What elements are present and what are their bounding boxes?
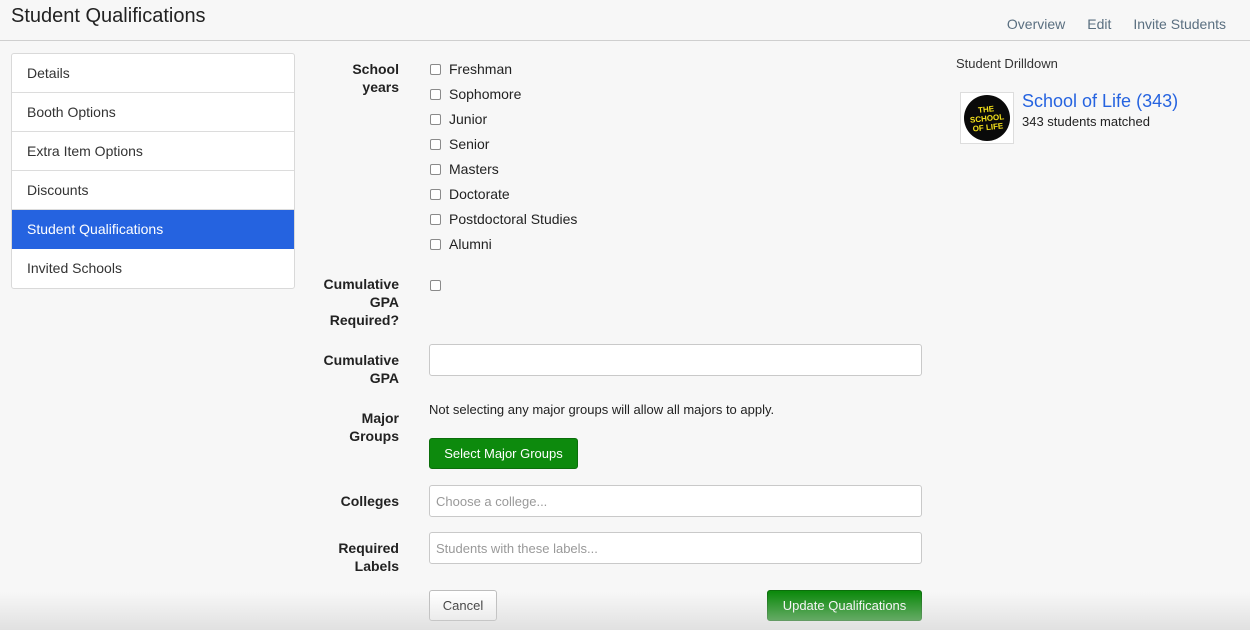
- gpa-label-text: Cumulative GPA: [323, 352, 399, 386]
- update-qualifications-button[interactable]: Update Qualifications: [767, 590, 922, 621]
- year-masters-row[interactable]: Masters: [430, 160, 499, 178]
- select-major-groups-button[interactable]: Select Major Groups: [429, 438, 578, 469]
- year-doctorate-checkbox[interactable]: [430, 188, 441, 200]
- sidebar-item-extra-item-options[interactable]: Extra Item Options: [12, 132, 294, 171]
- year-senior-checkbox[interactable]: [430, 138, 441, 150]
- gpa-input[interactable]: [429, 344, 922, 376]
- year-sophomore-label: Sophomore: [449, 86, 522, 102]
- year-junior-row[interactable]: Junior: [430, 110, 487, 128]
- year-freshman-checkbox[interactable]: [430, 63, 441, 75]
- year-junior-label: Junior: [449, 111, 488, 127]
- sidebar-item-discounts[interactable]: Discounts: [12, 171, 294, 210]
- sidebar-item-invited-schools[interactable]: Invited Schools: [12, 249, 294, 288]
- year-postdoctoral-row[interactable]: Postdoctoral Studies: [430, 210, 577, 228]
- bottom-shadow: [0, 592, 1250, 630]
- students-matched-text: 343 students matched: [1022, 114, 1150, 129]
- gpa-required-label: Cumulative GPA Required?: [289, 275, 399, 329]
- gpa-required-row[interactable]: [430, 276, 441, 294]
- year-alumni-checkbox[interactable]: [430, 238, 441, 250]
- year-doctorate-label: Doctorate: [449, 186, 510, 202]
- major-groups-help-text: Not selecting any major groups will allo…: [429, 402, 775, 417]
- required-labels-input[interactable]: [429, 532, 922, 564]
- year-freshman-label: Freshman: [449, 61, 513, 77]
- cancel-button[interactable]: Cancel: [429, 590, 497, 621]
- required-labels-label: Required Labels: [289, 539, 399, 575]
- colleges-input[interactable]: [429, 485, 922, 517]
- gpa-required-label-text: Cumulative GPA Required?: [323, 276, 399, 328]
- sidebar-nav: Details Booth Options Extra Item Options…: [11, 53, 295, 289]
- nav-invite-students-link[interactable]: Invite Students: [1133, 16, 1226, 32]
- sidebar-item-details[interactable]: Details: [12, 54, 294, 93]
- sidebar-item-student-qualifications[interactable]: Student Qualifications: [12, 210, 294, 249]
- school-name-link[interactable]: School of Life (343): [1022, 91, 1178, 112]
- top-nav: Overview Edit Invite Students: [1007, 16, 1226, 32]
- school-logo-disc: THE SCHOOL OF LIFE: [964, 95, 1010, 141]
- year-sophomore-checkbox[interactable]: [430, 88, 441, 100]
- header-divider: [0, 40, 1250, 41]
- year-alumni-row[interactable]: Alumni: [430, 235, 492, 253]
- school-logo-mark: THE SCHOOL OF LIFE: [970, 104, 1005, 133]
- year-doctorate-row[interactable]: Doctorate: [430, 185, 510, 203]
- gpa-label: Cumulative GPA: [289, 351, 399, 387]
- year-junior-checkbox[interactable]: [430, 113, 441, 125]
- year-alumni-label: Alumni: [449, 236, 492, 252]
- school-years-label: School years: [289, 60, 399, 96]
- year-senior-row[interactable]: Senior: [430, 135, 489, 153]
- sidebar-item-booth-options[interactable]: Booth Options: [12, 93, 294, 132]
- major-groups-label-text: Major Groups: [349, 410, 399, 444]
- required-labels-label-text: Required Labels: [338, 540, 399, 574]
- year-postdoctoral-label: Postdoctoral Studies: [449, 211, 578, 227]
- colleges-label: Colleges: [340, 493, 399, 509]
- school-years-label-text: School years: [352, 61, 399, 95]
- nav-overview-link[interactable]: Overview: [1007, 16, 1065, 32]
- year-sophomore-row[interactable]: Sophomore: [430, 85, 521, 103]
- gpa-required-checkbox[interactable]: [430, 279, 441, 291]
- year-senior-label: Senior: [449, 136, 490, 152]
- year-freshman-row[interactable]: Freshman: [430, 60, 512, 78]
- school-logo: THE SCHOOL OF LIFE: [960, 92, 1014, 144]
- year-masters-checkbox[interactable]: [430, 163, 441, 175]
- nav-edit-link[interactable]: Edit: [1087, 16, 1111, 32]
- year-postdoctoral-checkbox[interactable]: [430, 213, 441, 225]
- page-title: Student Qualifications: [11, 5, 206, 27]
- year-masters-label: Masters: [449, 161, 499, 177]
- student-drilldown-title: Student Drilldown: [956, 56, 1058, 71]
- major-groups-label: Major Groups: [289, 409, 399, 445]
